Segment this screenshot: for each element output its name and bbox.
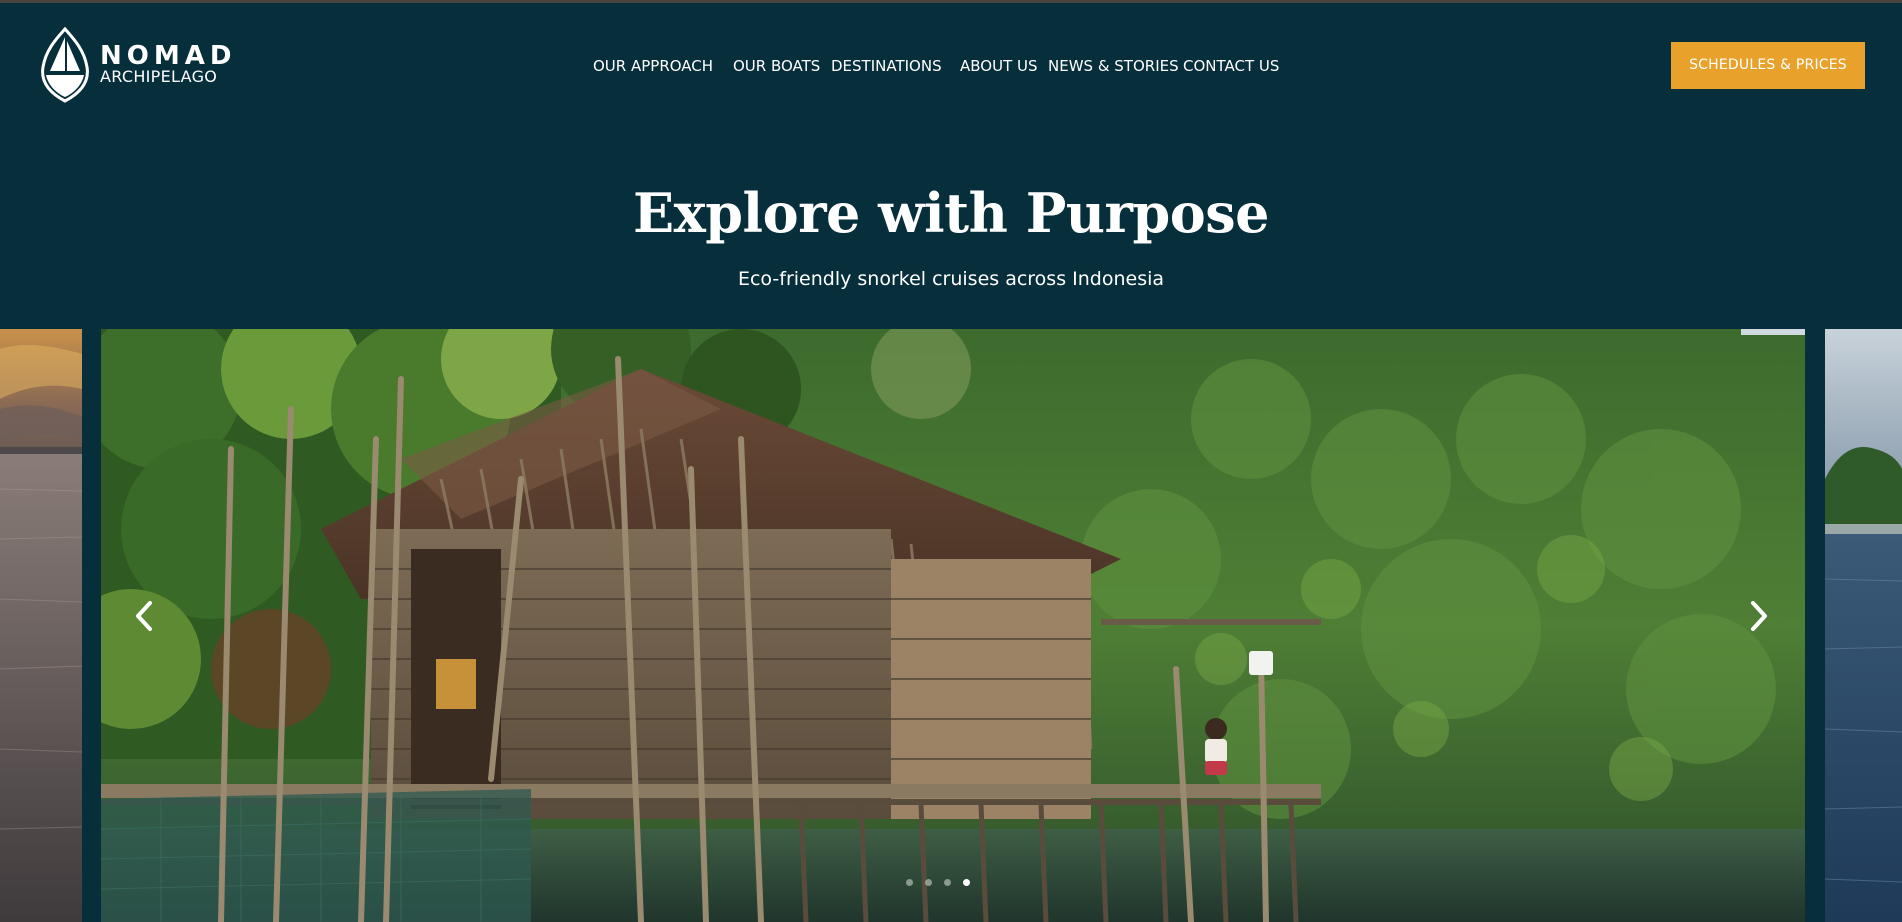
- carousel-dot-active[interactable]: [963, 879, 970, 886]
- brand-logo[interactable]: NOMAD ARCHIPELAGO: [38, 27, 231, 103]
- top-border: [0, 0, 1902, 3]
- nav-news-stories[interactable]: NEWS & STORIES: [1048, 56, 1179, 76]
- sailboat-shield-icon: [41, 27, 89, 103]
- hero-carousel: [0, 329, 1902, 922]
- hero-subtitle: Eco-friendly snorkel cruises across Indo…: [737, 268, 1165, 290]
- carousel-dot[interactable]: [906, 879, 913, 886]
- nav-destinations[interactable]: DESTINATIONS: [831, 56, 942, 76]
- nav-about-us[interactable]: ABOUT US: [960, 56, 1038, 76]
- brand-name: NOMAD: [100, 41, 237, 71]
- carousel-slide-current[interactable]: [101, 329, 1805, 922]
- carousel-pagination: [906, 879, 996, 891]
- carousel-dot[interactable]: [925, 879, 932, 886]
- nav-our-boats[interactable]: OUR BOATS: [733, 56, 820, 76]
- carousel-prev-button[interactable]: [124, 591, 164, 641]
- chevron-left-icon: [136, 601, 152, 631]
- nav-our-approach[interactable]: OUR APPROACH: [593, 56, 713, 76]
- schedules-prices-button[interactable]: SCHEDULES & PRICES: [1671, 42, 1865, 89]
- carousel-dot[interactable]: [944, 879, 951, 886]
- carousel-slide-previous[interactable]: [0, 329, 82, 922]
- carousel-slide-next[interactable]: [1825, 329, 1902, 922]
- hero-title: Explore with Purpose: [632, 181, 1270, 245]
- island-sea-image: [1825, 329, 1902, 922]
- carousel-next-button[interactable]: [1739, 591, 1779, 641]
- nav-contact-us[interactable]: CONTACT US: [1183, 56, 1279, 76]
- stilt-house-image: [101, 329, 1805, 922]
- chevron-right-icon: [1751, 601, 1767, 631]
- sunset-sea-image: [0, 329, 82, 922]
- brand-subtitle: ARCHIPELAGO: [100, 67, 218, 86]
